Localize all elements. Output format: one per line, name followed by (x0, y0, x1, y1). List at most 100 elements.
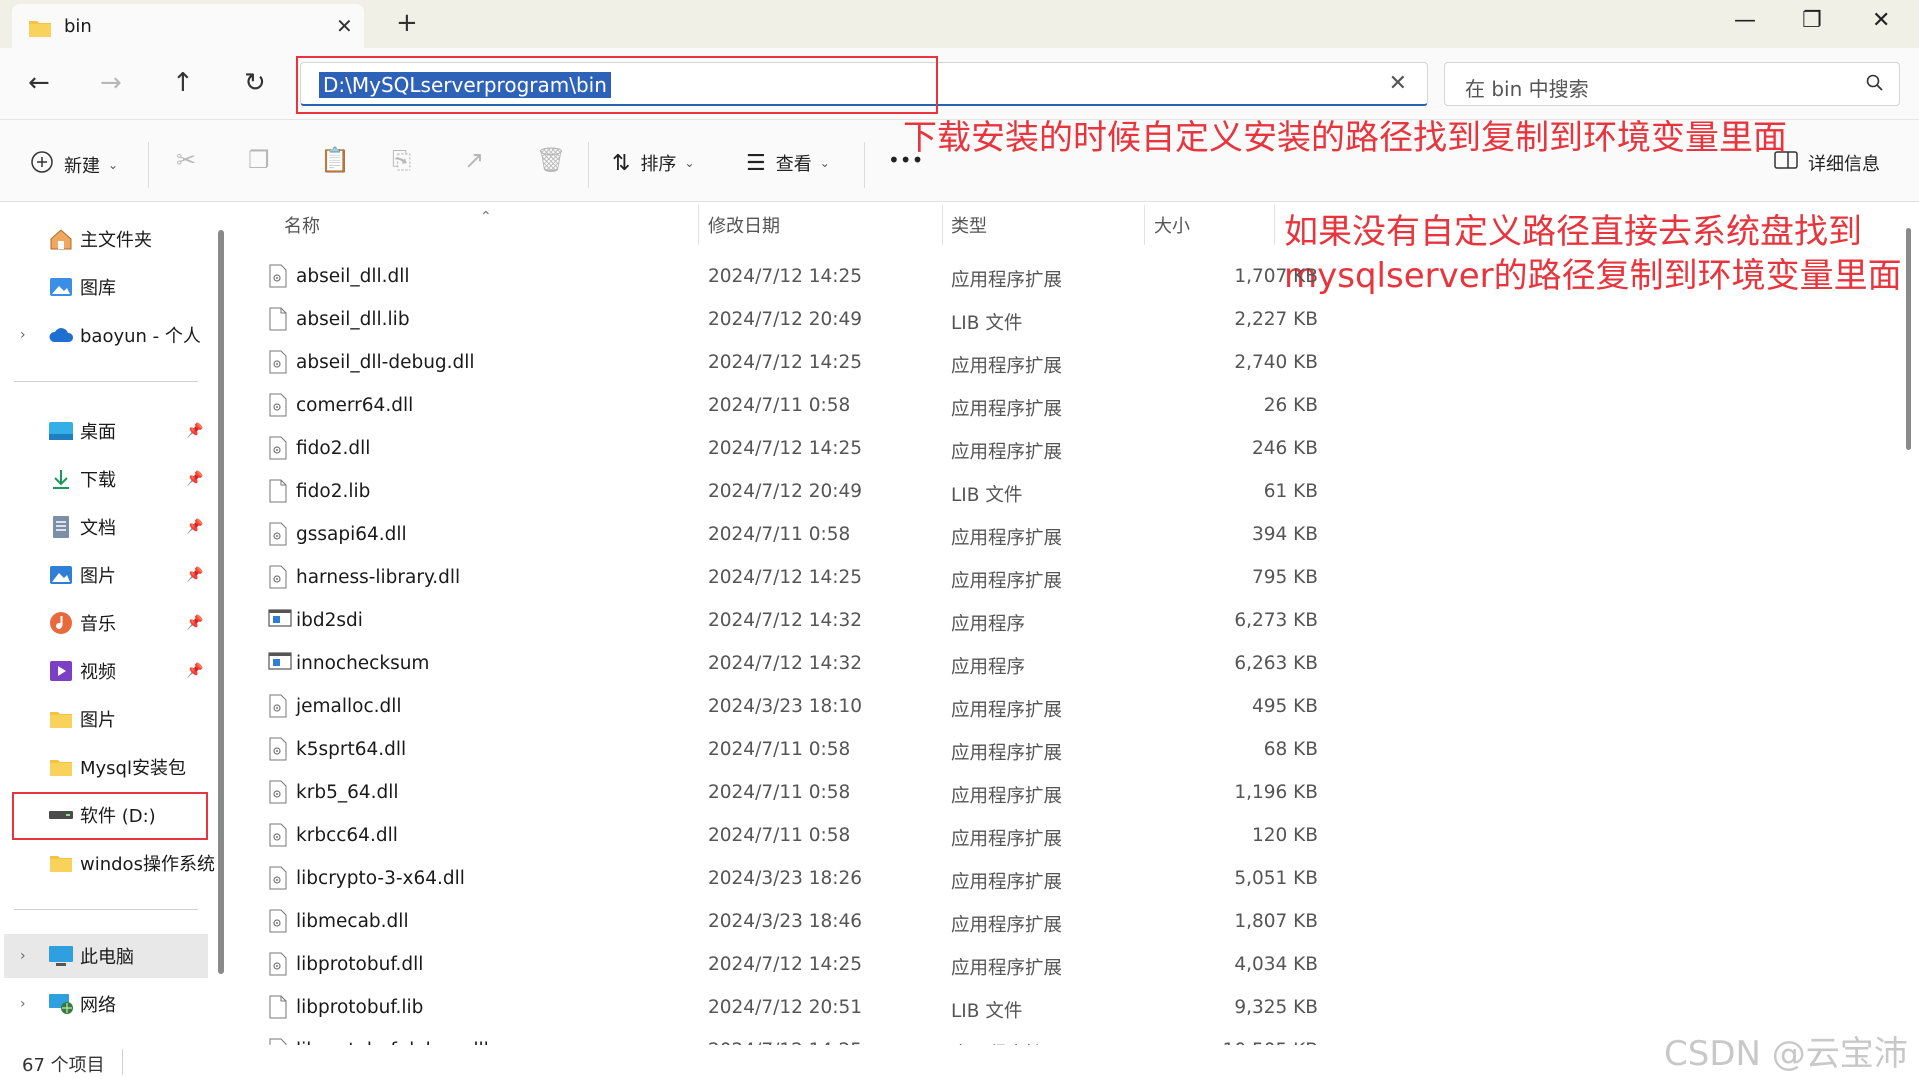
sidebar-item-onedrive[interactable]: › baoyun - 个人 (0, 313, 210, 357)
sidebar-item-home[interactable]: 主文件夹 (0, 217, 210, 261)
file-row[interactable]: libmecab.dll 2024/3/23 18:46 应用程序扩展 1,807 K… (234, 900, 1318, 943)
file-row[interactable]: krb5_64.dll 2024/7/11 0:58 应用程序扩展 1,196 KB (234, 771, 1318, 814)
refresh-button[interactable]: ↻ (244, 70, 266, 96)
file-row[interactable]: ibd2sdi 2024/7/12 14:32 应用程序 6,273 KB (234, 599, 1318, 642)
sidebar-item-this-pc[interactable]: › 此电脑 (4, 934, 208, 978)
clear-address-icon[interactable]: ✕ (1389, 71, 1407, 96)
back-button[interactable]: ← (28, 70, 50, 96)
new-tab-button[interactable]: + (396, 10, 418, 36)
delete-icon[interactable]: 🗑 (536, 146, 566, 174)
file-name: abseil_dll.lib (296, 309, 410, 330)
pin-icon: 📌 (186, 519, 204, 535)
file-size: 120 KB (1251, 825, 1318, 846)
rename-icon[interactable]: ⎘ (392, 146, 411, 174)
sidebar-item-documents[interactable]: 文档 📌 (0, 505, 210, 549)
plus-circle-icon (30, 150, 54, 180)
sidebar-item-network[interactable]: › 网络 (0, 982, 210, 1026)
paste-icon[interactable]: 📋 (320, 146, 350, 174)
dll-file-icon (268, 393, 288, 422)
column-divider[interactable] (942, 205, 943, 245)
file-row[interactable]: innochecksum 2024/7/12 14:32 应用程序 6,263 KB (234, 642, 1318, 685)
file-type: LIB 文件 (951, 1001, 1023, 1022)
lib-file-icon (268, 479, 288, 508)
column-header-type[interactable]: 类型 (951, 203, 987, 247)
file-type: 应用程序扩展 (951, 958, 1063, 979)
sort-button[interactable]: ⇅ 排序 ⌄ (612, 150, 695, 176)
cut-icon[interactable]: ✂ (176, 146, 196, 174)
file-row[interactable]: libprotobuf-debug.dll2024/7/12 14:25应用程序… (234, 1029, 1318, 1045)
application-icon (268, 608, 292, 633)
file-type: 应用程序扩展 (951, 700, 1063, 721)
details-pane-button[interactable]: 详细信息 (1774, 150, 1880, 176)
sidebar-item-music[interactable]: 音乐 📌 (0, 601, 210, 645)
file-name: ibd2sdi (296, 610, 363, 631)
column-header-date[interactable]: 修改日期 (708, 203, 780, 247)
file-row[interactable]: jemalloc.dll 2024/3/23 18:10 应用程序扩展 495 KB (234, 685, 1318, 728)
up-button[interactable]: ↑ (172, 70, 194, 96)
sidebar-item-videos[interactable]: 视频 📌 (0, 649, 210, 693)
sidebar-scrollbar[interactable] (218, 230, 224, 974)
column-header-name[interactable]: 名称 (284, 203, 320, 247)
file-name: gssapi64.dll (296, 524, 407, 545)
navigation-pane: 主文件夹 图库 › baoyun - 个人 桌面 📌 下载 📌 文档 📌 图片 … (0, 203, 215, 1045)
address-row: ← → ↑ ↻ D:\MySQLserverprogram\bin ✕ 在 bi… (0, 48, 1919, 120)
file-size: 26 KB (1263, 395, 1318, 416)
share-icon[interactable]: ↗ (464, 146, 484, 174)
column-divider[interactable] (1274, 205, 1275, 245)
search-box[interactable]: 在 bin 中搜索 (1444, 62, 1900, 106)
file-row[interactable]: k5sprt64.dll 2024/7/11 0:58 应用程序扩展 68 KB (234, 728, 1318, 771)
file-row[interactable]: abseil_dll-debug.dll 2024/7/12 14:25 应用程序扩… (234, 341, 1318, 384)
chevron-right-icon[interactable]: › (20, 996, 26, 1012)
file-size: 246 KB (1251, 438, 1318, 459)
file-list-scrollbar[interactable] (1906, 228, 1911, 450)
sidebar-item-downloads[interactable]: 下载 📌 (0, 457, 210, 501)
chevron-right-icon[interactable]: › (20, 327, 26, 343)
file-row[interactable]: libprotobuf.dll 2024/7/12 14:25 应用程序扩展 4,03… (234, 943, 1318, 986)
file-row[interactable]: krbcc64.dll 2024/7/11 0:58 应用程序扩展 120 KB (234, 814, 1318, 857)
column-header-size[interactable]: 大小 (1154, 203, 1190, 247)
file-row[interactable]: libprotobuf.lib 2024/7/12 20:51 LIB 文件 9,32… (234, 986, 1318, 1029)
file-date: 2024/7/12 14:32 (708, 610, 863, 631)
sidebar-item-desktop[interactable]: 桌面 📌 (0, 409, 210, 453)
file-size: 6,273 KB (1234, 610, 1318, 631)
file-row[interactable]: gssapi64.dll 2024/7/11 0:58 应用程序扩展 394 KB (234, 513, 1318, 556)
copy-icon[interactable]: ❐ (248, 146, 270, 174)
file-type: 应用程序扩展 (951, 528, 1063, 549)
file-name: abseil_dll-debug.dll (296, 352, 475, 373)
file-date: 2024/7/12 14:25 (708, 567, 863, 588)
column-divider[interactable] (1144, 205, 1145, 245)
file-name: krb5_64.dll (296, 782, 399, 803)
file-row[interactable]: fido2.lib 2024/7/12 20:49 LIB 文件 61 KB (234, 470, 1318, 513)
forward-button[interactable]: → (100, 70, 122, 96)
close-window-button[interactable]: ✕ (1872, 8, 1890, 33)
file-row[interactable]: comerr64.dll 2024/7/11 0:58 应用程序扩展 26 KB (234, 384, 1318, 427)
file-type: 应用程序扩展 (951, 786, 1063, 807)
file-type: 应用程序 (951, 614, 1026, 635)
file-row[interactable]: fido2.dll 2024/7/12 14:25 应用程序扩展 246 KB (234, 427, 1318, 470)
dll-file-icon (268, 565, 288, 594)
maximize-button[interactable]: ❐ (1802, 8, 1822, 33)
sidebar-item-pictures-folder[interactable]: 图片 (0, 697, 210, 741)
sidebar-item-windows-folder[interactable]: windos操作系统 (0, 841, 215, 885)
view-button[interactable]: ☰ 查看 ⌄ (746, 150, 830, 176)
lib-file-icon (268, 307, 288, 336)
file-row[interactable]: libcrypto-3-x64.dll 2024/3/23 18:26 应用程序扩展… (234, 857, 1318, 900)
tab-close-icon[interactable]: ✕ (336, 14, 353, 38)
dll-file-icon (268, 350, 288, 379)
chevron-right-icon[interactable]: › (20, 948, 26, 964)
sidebar-item-mysql-package[interactable]: Mysql安装包 (0, 745, 210, 789)
sidebar-item-pictures[interactable]: 图片 📌 (0, 553, 210, 597)
chevron-down-icon: ⌄ (684, 156, 695, 170)
file-row[interactable]: abseil_dll.dll 2024/7/12 14:25 应用程序扩展 1,707… (234, 255, 1318, 298)
new-button[interactable]: 新建 ⌄ (30, 150, 118, 180)
search-icon[interactable] (1865, 73, 1885, 97)
minimize-button[interactable]: — (1734, 8, 1756, 33)
file-type: 应用程序扩展 (951, 829, 1063, 850)
folder-icon (48, 756, 74, 778)
file-row[interactable]: harness-library.dll 2024/7/12 14:25 应用程序扩展… (234, 556, 1318, 599)
file-row[interactable]: abseil_dll.lib 2024/7/12 20:49 LIB 文件 2,227… (234, 298, 1318, 341)
tab-bin[interactable]: bin ✕ (12, 4, 364, 48)
toolbar-divider (864, 142, 865, 188)
sidebar-item-gallery[interactable]: 图库 (0, 265, 210, 309)
column-divider[interactable] (698, 205, 699, 245)
